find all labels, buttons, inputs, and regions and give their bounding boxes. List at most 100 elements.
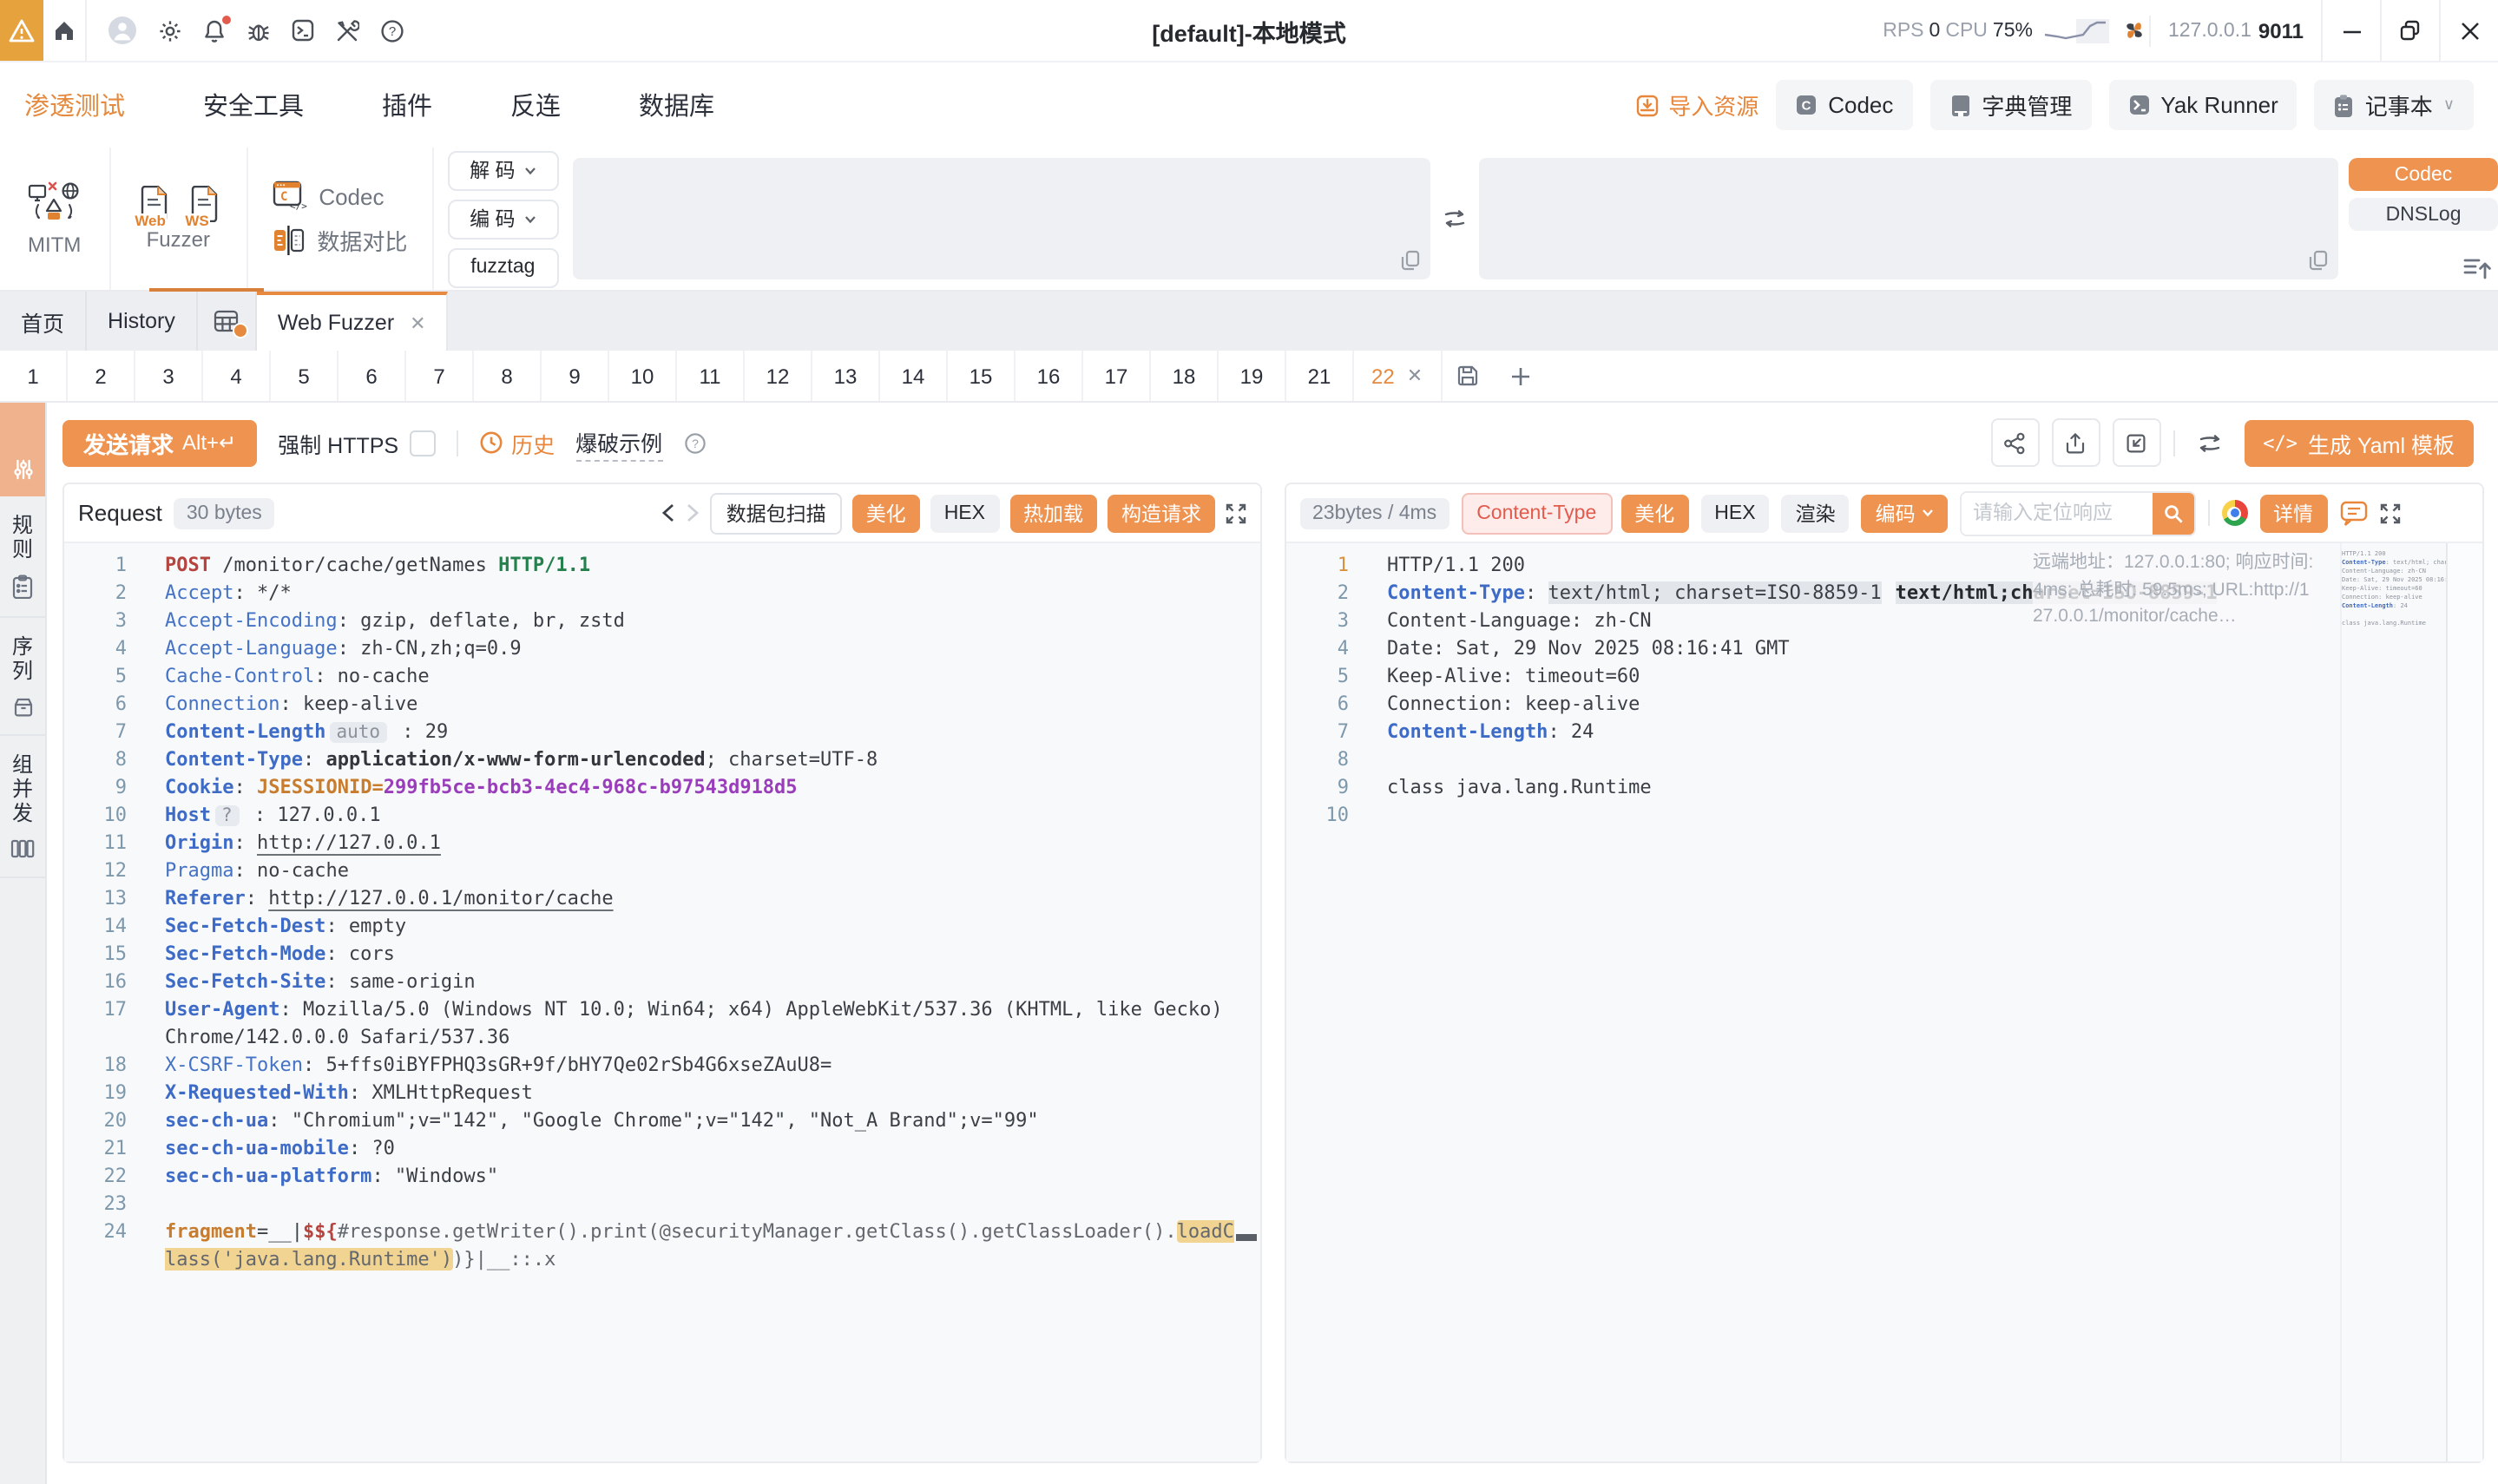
- decode-dropdown[interactable]: 解 码: [447, 150, 558, 190]
- tab-web-fuzzer[interactable]: Web Fuzzer ✕: [257, 292, 449, 351]
- code-line[interactable]: 10Host? : 127.0.0.1: [64, 802, 1260, 830]
- code-line[interactable]: 10: [1286, 802, 2482, 830]
- code-line[interactable]: 19X-Requested-With: XMLHttpRequest: [64, 1080, 1260, 1107]
- fullscreen-icon[interactable]: [2379, 502, 2400, 523]
- fuzztag-button[interactable]: fuzztag: [447, 247, 558, 287]
- fuzzer-tab-18[interactable]: 18: [1151, 351, 1219, 401]
- swap-io-button[interactable]: [1431, 148, 1480, 290]
- fuzzer-tab-2[interactable]: 2: [68, 351, 135, 401]
- close-tab-icon[interactable]: ✕: [1407, 364, 1423, 387]
- scrollbar-gutter[interactable]: [2446, 543, 2482, 1461]
- fuzzer-tab-19[interactable]: 19: [1219, 351, 1286, 401]
- minimize-button[interactable]: [2323, 0, 2380, 61]
- request-editor[interactable]: 1POST /monitor/cache/getNames HTTP/1.12A…: [64, 543, 1260, 1461]
- encode-dropdown[interactable]: 编 码: [447, 199, 558, 239]
- settings-gear-icon[interactable]: [158, 18, 182, 43]
- tab-home[interactable]: 首页: [0, 292, 87, 351]
- send-request-button[interactable]: 发送请求Alt+↵: [62, 419, 257, 466]
- yak-runner-button[interactable]: Yak Runner: [2108, 80, 2297, 130]
- fuzzer-tab-15[interactable]: 15: [948, 351, 1016, 401]
- fuzzer-tab-7[interactable]: 7: [406, 351, 474, 401]
- export-button[interactable]: [2051, 418, 2100, 467]
- code-line[interactable]: 5Cache-Control: no-cache: [64, 663, 1260, 691]
- fuzzer-tab-22[interactable]: 22✕: [1354, 351, 1442, 401]
- codec-output-textarea[interactable]: [1480, 158, 2338, 279]
- fuzzer-tab-5[interactable]: 5: [271, 351, 339, 401]
- fuzzer-tab-8[interactable]: 8: [474, 351, 542, 401]
- hotload-button[interactable]: 热加载: [1009, 494, 1097, 532]
- import-button[interactable]: [2112, 418, 2160, 467]
- rail-tab-rules[interactable]: 规则: [0, 496, 45, 618]
- fuzzer-tab-13[interactable]: 13: [812, 351, 880, 401]
- hex-button[interactable]: HEX: [1700, 494, 1769, 532]
- mitm-tool[interactable]: MITM: [0, 148, 110, 290]
- copy-icon[interactable]: [1402, 250, 1421, 271]
- rail-tab-sequence[interactable]: 序列: [0, 618, 45, 736]
- copy-icon[interactable]: [2309, 250, 2328, 271]
- response-search-input[interactable]: [1961, 494, 2152, 532]
- history-button[interactable]: 历史: [478, 426, 555, 459]
- code-line[interactable]: 7Content-Length: 24: [1286, 719, 2482, 746]
- code-line[interactable]: 23: [64, 1191, 1260, 1218]
- search-button[interactable]: [2152, 492, 2193, 534]
- save-fuzzer-tab-button[interactable]: [1442, 351, 1494, 401]
- force-https-checkbox[interactable]: [409, 430, 435, 456]
- code-line[interactable]: 5Keep-Alive: timeout=60: [1286, 663, 2482, 691]
- rail-tab-concurrency[interactable]: 组并发: [0, 736, 45, 878]
- code-line[interactable]: 1POST /monitor/cache/getNames HTTP/1.1: [64, 552, 1260, 580]
- chevron-left-icon[interactable]: [662, 503, 676, 522]
- minimap[interactable]: HTTP/1.1 200Content-Type: text/html; cha…: [2340, 543, 2446, 1461]
- packet-scan-button[interactable]: 数据包扫描: [711, 492, 842, 534]
- code-line[interactable]: 3Accept-Encoding: gzip, deflate, br, zst…: [64, 607, 1260, 635]
- fuzzer-tab-14[interactable]: 14: [880, 351, 948, 401]
- fuzzer-tab-9[interactable]: 9: [542, 351, 609, 401]
- notepad-button[interactable]: 记事本 ∨: [2315, 80, 2474, 130]
- fuzzer-tab-12[interactable]: 12: [745, 351, 812, 401]
- switch-view-button[interactable]: [2186, 420, 2232, 465]
- fuzzer-tab-3[interactable]: 3: [135, 351, 203, 401]
- construct-request-button[interactable]: 构造请求: [1108, 494, 1215, 532]
- code-line[interactable]: 13Referer: http://127.0.0.1/monitor/cach…: [64, 885, 1260, 913]
- menu-database[interactable]: 数据库: [639, 87, 714, 123]
- code-line[interactable]: 6Connection: keep-alive: [1286, 691, 2482, 719]
- import-resources-button[interactable]: 导入资源: [1635, 89, 1758, 121]
- home-button[interactable]: [43, 0, 85, 61]
- generate-yaml-button[interactable]: </>生成 Yaml 模板: [2244, 419, 2474, 466]
- open-in-chrome-icon[interactable]: [2221, 500, 2247, 526]
- avatar[interactable]: [108, 16, 137, 45]
- toolbar-tab-dnslog[interactable]: DNSLog: [2349, 198, 2498, 231]
- collapse-toolbar-icon[interactable]: [2463, 257, 2491, 279]
- add-fuzzer-tab-button[interactable]: [1494, 351, 1546, 401]
- code-line[interactable]: 17User-Agent: Mozilla/5.0 (Windows NT 10…: [64, 996, 1260, 1052]
- menu-pentest[interactable]: 渗透测试: [24, 87, 125, 123]
- code-line[interactable]: 21sec-ch-ua-mobile: ?0: [64, 1135, 1260, 1163]
- code-line[interactable]: 11Origin: http://127.0.0.1: [64, 830, 1260, 857]
- bug-icon[interactable]: [247, 18, 271, 43]
- code-line[interactable]: 9class java.lang.Runtime: [1286, 774, 2482, 802]
- code-line[interactable]: 16Sec-Fetch-Site: same-origin: [64, 969, 1260, 996]
- web-fuzzer-icon[interactable]: Web: [138, 186, 168, 222]
- code-line[interactable]: 6Connection: keep-alive: [64, 691, 1260, 719]
- code-line[interactable]: 12Pragma: no-cache: [64, 857, 1260, 885]
- yak-engine-icon[interactable]: [2120, 16, 2149, 45]
- beautify-button[interactable]: 美化: [852, 494, 920, 532]
- codec-input-textarea[interactable]: [572, 158, 1430, 279]
- dict-manager-button[interactable]: 字典管理: [1929, 80, 2091, 130]
- feedback-comment-icon[interactable]: [2339, 500, 2367, 526]
- terminal-icon[interactable]: [292, 19, 314, 42]
- content-type-filter[interactable]: Content-Type: [1461, 492, 1612, 534]
- scrollbar-thumb[interactable]: [1236, 1234, 1257, 1241]
- notifications-bell-icon[interactable]: [203, 18, 226, 43]
- codec-menu-button[interactable]: C Codec: [1776, 80, 1912, 130]
- code-line[interactable]: 4Accept-Language: zh-CN,zh;q=0.9: [64, 635, 1260, 663]
- code-line[interactable]: 22sec-ch-ua-platform: "Windows": [64, 1163, 1260, 1191]
- close-button[interactable]: [2441, 0, 2498, 61]
- code-line[interactable]: 7Content-Lengthauto : 29: [64, 719, 1260, 746]
- menu-security-tools[interactable]: 安全工具: [203, 87, 304, 123]
- share-button[interactable]: [1990, 418, 2039, 467]
- rail-tab-config[interactable]: [0, 403, 45, 496]
- fullscreen-icon[interactable]: [1226, 502, 1246, 523]
- code-line[interactable]: 8Content-Type: application/x-www-form-ur…: [64, 746, 1260, 774]
- code-line[interactable]: 4Date: Sat, 29 Nov 2025 08:16:41 GMT: [1286, 635, 2482, 663]
- code-line[interactable]: 8: [1286, 746, 2482, 774]
